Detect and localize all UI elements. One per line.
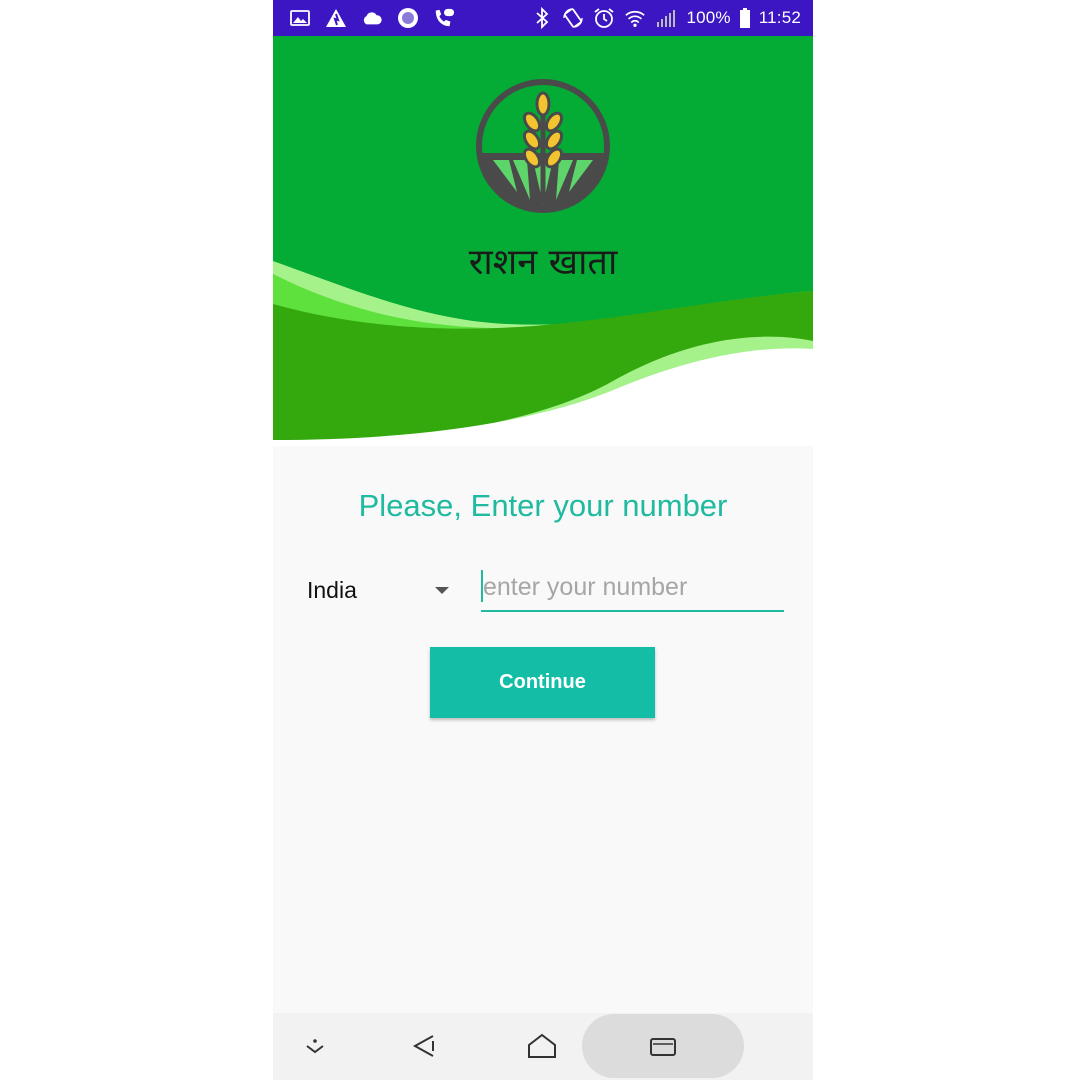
alarm-icon (593, 7, 615, 29)
clock: 11:52 (758, 8, 801, 27)
rotate-icon (562, 7, 584, 29)
system-nav-bar (273, 1013, 813, 1080)
phone-number-field (481, 566, 784, 612)
recent-apps-icon[interactable] (647, 1033, 679, 1061)
wifi-calling-icon (433, 7, 455, 29)
circle-record-icon (397, 7, 419, 29)
wheat-field-logo (476, 79, 610, 213)
phone-number-input[interactable] (483, 566, 781, 608)
bluetooth-icon (531, 7, 553, 29)
signal-icon (655, 7, 677, 29)
chevron-down-icon (435, 586, 449, 594)
status-bar: 100% 11:52 (273, 0, 813, 36)
app-title: राशन खाता (468, 242, 618, 283)
country-dropdown[interactable]: India (307, 570, 453, 610)
header-banner: राशन खाता (273, 36, 813, 446)
country-selected-value: India (307, 576, 357, 603)
hide-keyboard-icon[interactable] (301, 1033, 329, 1061)
continue-button[interactable]: Continue (430, 647, 655, 718)
cloud-icon (361, 7, 383, 29)
battery-percent: 100% (686, 8, 731, 27)
enter-number-prompt: Please, Enter your number (358, 488, 728, 523)
home-icon[interactable] (526, 1030, 558, 1062)
battery-icon (739, 7, 750, 29)
back-icon[interactable] (409, 1031, 439, 1061)
phone-screen: 100% 11:52 राशन खाता Please, Enter your … (273, 0, 813, 1080)
gallery-icon (289, 7, 311, 29)
wifi-icon (624, 7, 646, 29)
warning-triangle-icon (325, 7, 347, 29)
